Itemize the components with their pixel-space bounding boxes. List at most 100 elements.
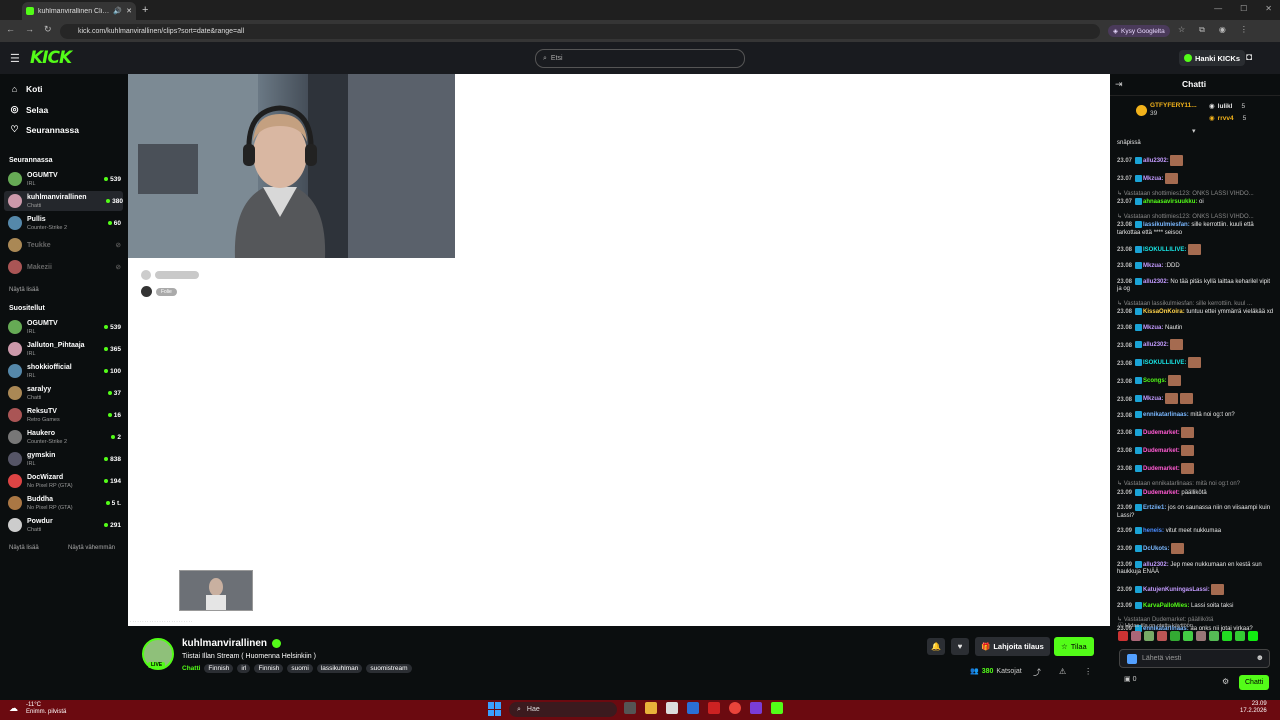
show-less-recommended[interactable]: Näytä vähemmän (68, 545, 115, 551)
search-input[interactable]: ⌕ Etsi (535, 49, 745, 68)
close-window-icon[interactable]: ✕ (1265, 4, 1272, 13)
gifter-1[interactable]: GTFYFERY11... 39 (1136, 102, 1197, 118)
hamburger-menu-icon[interactable]: ☰ (10, 52, 20, 65)
message-user[interactable]: Ertziie1: (1143, 505, 1166, 511)
tag[interactable]: suomi (287, 664, 313, 673)
message-user[interactable]: Mkzua: (1143, 397, 1163, 403)
notification-bell-icon[interactable]: 🔔 (927, 638, 945, 655)
message-user[interactable]: Dudemarket: (1143, 466, 1180, 472)
channel-item[interactable]: ReksuTV Retro Games 16 (8, 405, 121, 425)
tag[interactable]: Finnish (204, 664, 234, 673)
close-tab-icon[interactable]: ✕ (126, 7, 132, 15)
emote-icon[interactable] (1144, 631, 1154, 641)
message-user[interactable]: Mkzua: (1143, 176, 1163, 182)
back-icon[interactable]: ← (6, 24, 15, 35)
message-user[interactable]: ISOKULLILIVE: (1143, 361, 1186, 367)
get-kicks-button[interactable]: Hanki KICKs (1179, 50, 1246, 66)
expand-chevron-icon[interactable]: ▾ (1192, 127, 1196, 135)
url-field[interactable]: kick.com/kuhlmanvirallinen/clips?sort=da… (60, 24, 1100, 39)
chat-input[interactable]: Lähetä viesti ☻ (1119, 649, 1270, 668)
nav-home[interactable]: ⌂ Koti (10, 84, 43, 94)
message-user[interactable]: KarvaPalloMies: (1143, 603, 1189, 609)
channel-item[interactable]: shokkiofficial IRL 100 (8, 361, 121, 381)
more-options-icon[interactable]: ⋮ (1084, 667, 1092, 678)
clip-thumbnail[interactable] (179, 570, 253, 611)
task-view-icon[interactable] (624, 702, 636, 714)
reload-icon[interactable]: ↻ (44, 24, 52, 35)
message-user[interactable]: Scongs: (1143, 379, 1167, 385)
show-more-recommended[interactable]: Näytä lisää (9, 545, 39, 551)
channel-item[interactable]: Teukke ⊘ (8, 235, 121, 255)
emote-icon[interactable] (1248, 631, 1258, 641)
nav-following[interactable]: ♡ Seurannassa (10, 124, 78, 135)
channel-item[interactable]: Makezii ⊘ (8, 257, 121, 277)
gifter-3[interactable]: ◉ rrvv4 5 (1209, 114, 1246, 123)
message-user[interactable]: Mkzua: (1143, 325, 1163, 331)
windows-start-icon[interactable] (488, 702, 502, 716)
app-icon[interactable] (708, 702, 720, 714)
emote-icon[interactable] (1118, 631, 1128, 641)
chat-points[interactable]: ▣ 0 (1124, 675, 1136, 683)
store-icon[interactable] (666, 702, 678, 714)
kick-app-icon[interactable] (771, 702, 783, 714)
channel-item[interactable]: kuhlmanvirallinen Chatti 380 (4, 191, 123, 211)
tag[interactable]: Finnish (254, 664, 284, 673)
message-user[interactable]: Mkzua: (1143, 263, 1163, 269)
ask-google-button[interactable]: ◈ Kysy Googlelta (1108, 25, 1170, 37)
emote-icon[interactable] (1235, 631, 1245, 641)
speaker-icon[interactable]: 🔊 (113, 7, 122, 15)
message-user[interactable]: allu2302: (1143, 158, 1169, 164)
channel-item[interactable]: DocWizard No Pixel RP (GTA) 194 (8, 471, 121, 491)
message-user[interactable]: KissaOnKoira: (1143, 309, 1185, 315)
tag[interactable]: irl (237, 664, 251, 673)
browser-tab[interactable]: kuhlmanvirallinen Clips - W 🔊 ✕ (22, 2, 136, 20)
menu-dots-icon[interactable]: ⋮ (1240, 25, 1248, 35)
tag[interactable]: suomistream (366, 664, 412, 673)
forward-icon[interactable]: → (25, 24, 34, 35)
message-user[interactable]: lassikulmiesfan: (1143, 222, 1190, 228)
gift-sub-button[interactable]: 🎁 Lahjoita tilaus (975, 637, 1050, 656)
channel-item[interactable]: Buddha No Pixel RP (GTA) 5 t. (8, 493, 121, 513)
report-icon[interactable]: ⚠ (1059, 667, 1066, 678)
message-user[interactable]: ahnaasavirsuukku: (1143, 199, 1197, 205)
emote-icon[interactable] (1196, 631, 1206, 641)
weather-widget[interactable]: -11°C Enimm. pilvistä (26, 702, 66, 716)
message-user[interactable]: Dudemarket: (1143, 490, 1180, 496)
emoji-icon[interactable]: ☻ (1256, 653, 1264, 662)
message-user[interactable]: allu2302: (1143, 279, 1169, 285)
emote-icon[interactable] (1131, 631, 1141, 641)
follow-heart-icon[interactable]: ♥ (951, 638, 969, 655)
channel-name[interactable]: kuhlmanvirallinen (182, 638, 282, 649)
nav-browse[interactable]: ◎ Selaa (10, 104, 49, 115)
message-user[interactable]: ennikatarlinaas: (1143, 413, 1189, 419)
extensions-icon[interactable]: ⧉ (1199, 25, 1205, 35)
file-explorer-icon[interactable] (645, 702, 657, 714)
channel-item[interactable]: OGUMTV IRL 539 (8, 317, 121, 337)
profile-icon[interactable]: ◉ (1219, 25, 1226, 35)
message-user[interactable]: ISOKULLILIVE: (1143, 247, 1186, 253)
channel-item[interactable]: saralyy Chatti 37 (8, 383, 121, 403)
new-tab-button[interactable]: + (142, 4, 148, 16)
emote-icon[interactable] (1170, 631, 1180, 641)
author-pill[interactable]: Folie (156, 287, 177, 296)
show-more-following[interactable]: Näytä lisää (9, 287, 39, 293)
taskbar-search[interactable]: ⌕ Hae (509, 702, 617, 717)
channel-item[interactable]: Pullis Counter-Strike 2 60 (8, 213, 121, 233)
message-user[interactable]: Dudemarket: (1143, 430, 1180, 436)
channel-item[interactable]: Jalluton_Pihtaaja IRL 365 (8, 339, 121, 359)
minimize-icon[interactable]: — (1214, 4, 1222, 13)
channel-item[interactable]: Haukero Counter-Strike 2 2 (8, 427, 121, 447)
message-user[interactable]: KatujenKuningasLassi: (1143, 587, 1210, 593)
message-user[interactable]: DcUkots: (1143, 546, 1169, 552)
emote-icon[interactable] (1183, 631, 1193, 641)
kick-logo[interactable]: KICK (30, 48, 72, 68)
emote-icon[interactable] (1157, 631, 1167, 641)
app-icon[interactable] (750, 702, 762, 714)
maximize-icon[interactable]: ☐ (1240, 4, 1247, 13)
chrome-icon[interactable] (729, 702, 741, 714)
message-user[interactable]: allu2302: (1143, 343, 1169, 349)
gifter-2[interactable]: ◉ lulikl 5 (1209, 102, 1245, 111)
taskbar-clock[interactable]: 23.09 17.2.2026 (1240, 701, 1267, 715)
subscribe-button[interactable]: ☆ Tilaa (1054, 637, 1094, 656)
channel-item[interactable]: OGUMTV IRL 539 (8, 169, 121, 189)
